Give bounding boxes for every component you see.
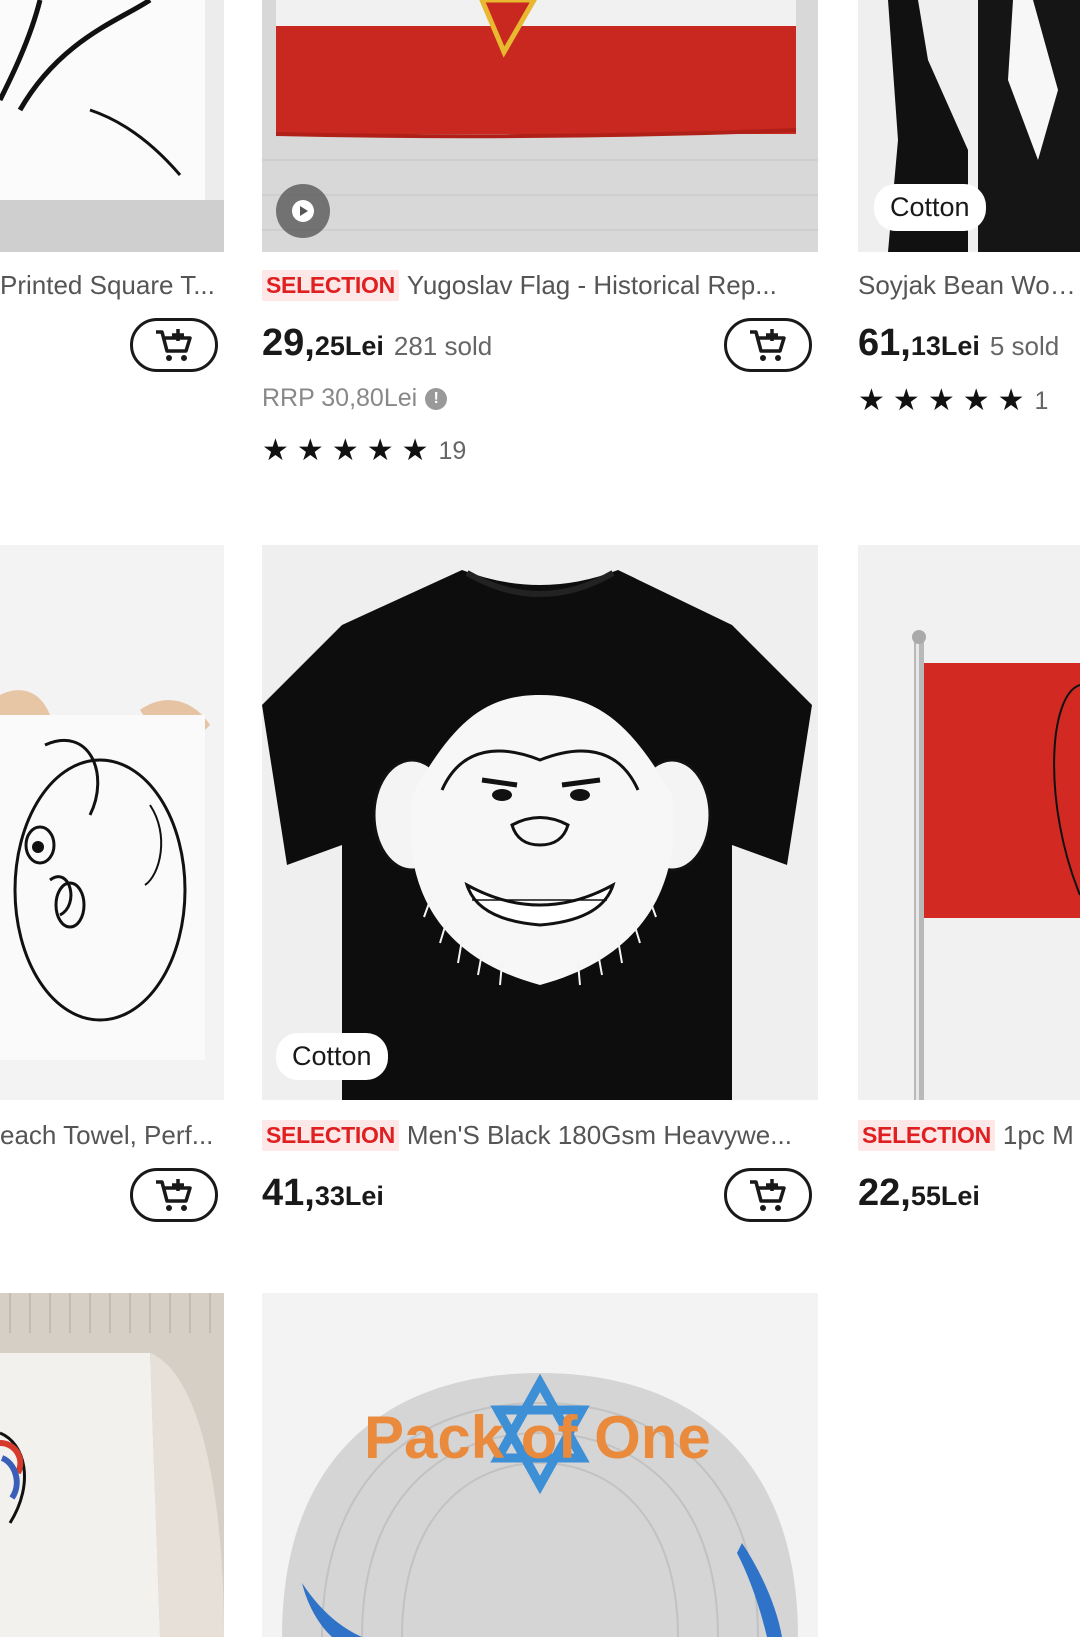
price-decimal: 33Lei (314, 1181, 384, 1211)
add-to-cart-button[interactable] (724, 1168, 812, 1222)
selection-badge: SELECTION (262, 1119, 399, 1151)
star-icon: ★ (892, 384, 920, 417)
product-title-row[interactable]: SELECTION 1pc M (858, 1115, 1080, 1155)
star-icon: ★ (401, 434, 429, 467)
cart-add-icon (156, 1179, 192, 1211)
price-decimal: 55Lei (910, 1181, 980, 1211)
price-decimal: 13Lei (910, 331, 980, 361)
star-icon: ★ (997, 384, 1025, 417)
star-icon: ★ (331, 434, 359, 467)
sold-count: 281 sold (393, 331, 493, 361)
price-integer: 41, (262, 1172, 315, 1214)
add-to-cart-button[interactable] (130, 318, 218, 372)
cart-add-icon (156, 329, 192, 361)
selection-badge: SELECTION (262, 269, 399, 301)
star-icon: ★ (296, 434, 324, 467)
product-title-row[interactable]: Soyjak Bean Wojak (858, 265, 1080, 305)
material-tag: Cotton (874, 184, 986, 231)
product-title[interactable]: 1pc M (1003, 1120, 1074, 1151)
rating-stars: ★ ★ ★ ★ ★ 1 (858, 386, 1048, 416)
price-row: 61, 13Lei 5 sold (858, 322, 1059, 365)
product-card-pillow-cover[interactable]: Printed Square T... (0, 0, 224, 372)
product-image[interactable] (0, 545, 224, 1100)
price-integer: 29, (262, 322, 315, 364)
rrp-price: RRP 30,80Lei ! (262, 384, 448, 413)
product-title-row[interactable]: SELECTION Men'S Black 180Gsm Heavywe... (262, 1115, 818, 1155)
info-icon[interactable]: ! (425, 387, 448, 410)
material-tag: Cotton (276, 1033, 388, 1080)
product-image[interactable] (0, 0, 224, 252)
product-title[interactable]: Men'S Black 180Gsm Heavywe... (407, 1120, 792, 1151)
product-title[interactable]: Yugoslav Flag - Historical Rep... (407, 270, 777, 301)
product-title-row[interactable]: SELECTION Yugoslav Flag - Historical Rep… (262, 265, 818, 305)
price-row: 22, 55Lei (858, 1172, 980, 1215)
product-image[interactable]: Pack of One (262, 1293, 818, 1637)
product-card-yugoslav-flag[interactable]: SELECTION Yugoslav Flag - Historical Rep… (262, 0, 818, 480)
selection-badge: SELECTION (858, 1119, 995, 1151)
product-title[interactable]: each Towel, Perf... (0, 1120, 213, 1151)
pack-label: Pack of One (364, 1404, 711, 1471)
sold-count: 5 sold (989, 331, 1060, 361)
product-card-chimp-tshirt[interactable]: Cotton SELECTION Men'S Black 180Gsm Heav… (262, 545, 818, 1225)
rating-count: 1 (1034, 386, 1049, 415)
star-icon: ★ (262, 434, 289, 467)
product-image[interactable] (858, 545, 1080, 1100)
product-card-beach-towel[interactable]: each Towel, Perf... (0, 545, 224, 1225)
product-card-kippah[interactable]: Pack of One (262, 1293, 818, 1637)
product-title-row[interactable]: each Towel, Perf... (0, 1115, 224, 1155)
play-icon (292, 200, 314, 222)
add-to-cart-button[interactable] (724, 318, 812, 372)
product-title-row[interactable]: Printed Square T... (0, 265, 224, 305)
add-to-cart-button[interactable] (130, 1168, 218, 1222)
product-card-pillow[interactable] (0, 1293, 224, 1637)
star-icon: ★ (962, 384, 990, 417)
price-decimal: 25Lei (314, 331, 384, 361)
star-icon: ★ (858, 384, 885, 417)
product-title[interactable]: Soyjak Bean Wojak (858, 270, 1080, 301)
product-image[interactable] (262, 0, 818, 252)
rating-stars: ★ ★ ★ ★ ★ 19 (262, 436, 466, 466)
product-image[interactable] (0, 1293, 224, 1637)
product-image[interactable]: Cotton (262, 545, 818, 1100)
rating-count: 19 (438, 436, 467, 465)
product-card-soyjak-tshirt[interactable]: Cotton Soyjak Bean Wojak 61, 13Lei 5 sol… (858, 0, 1080, 430)
play-video-button[interactable] (276, 184, 330, 238)
star-icon: ★ (927, 384, 955, 417)
product-title[interactable]: Printed Square T... (0, 270, 215, 301)
product-image[interactable]: Cotton (858, 0, 1080, 252)
rrp-text: RRP 30,80Lei (262, 384, 418, 412)
price-integer: 22, (858, 1172, 911, 1214)
star-icon: ★ (366, 434, 394, 467)
cart-add-icon (750, 329, 786, 361)
price-row: 29, 25Lei 281 sold (262, 322, 492, 365)
price-integer: 61, (858, 322, 911, 364)
product-card-red-flag[interactable]: SELECTION 1pc M 22, 55Lei (858, 545, 1080, 1225)
cart-add-icon (750, 1179, 786, 1211)
price-row: 41, 33Lei (262, 1172, 384, 1215)
